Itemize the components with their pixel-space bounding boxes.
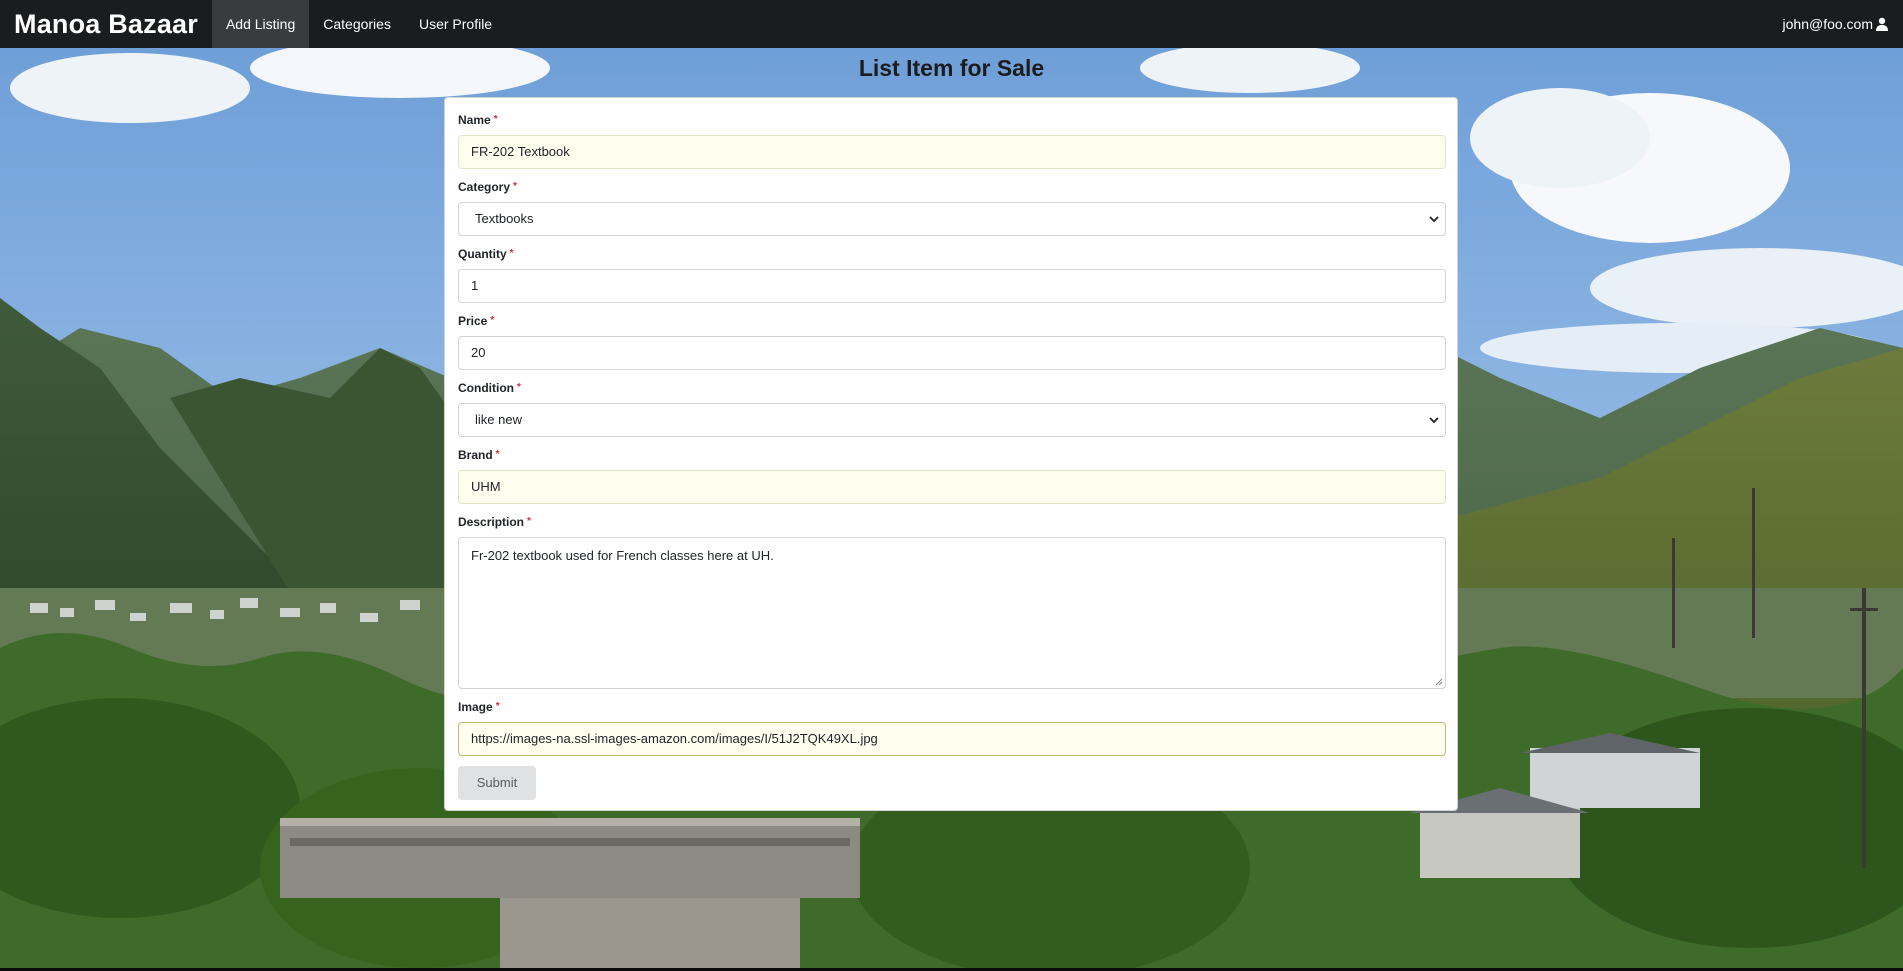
name-field-group: Name * FR-202 Textbook [458, 112, 1446, 169]
required-marker: * [527, 516, 531, 527]
brand-input[interactable]: UHM [458, 470, 1446, 504]
required-marker: * [490, 315, 495, 326]
price-field-group: Price * 20 [458, 313, 1446, 370]
description-field-group: Description * Fr-202 textbook used for Fr… [458, 514, 1446, 689]
name-input[interactable]: FR-202 Textbook [458, 135, 1446, 169]
required-marker: * [495, 701, 500, 712]
user-menu[interactable]: john@foo.com [1783, 16, 1903, 32]
required-marker: * [495, 449, 500, 460]
quantity-input[interactable]: 1 [458, 269, 1446, 303]
required-marker: * [516, 382, 521, 393]
nav-user-profile[interactable]: User Profile [405, 0, 506, 48]
submit-button[interactable]: Submit [458, 766, 536, 800]
image-url-input[interactable]: https://images-na.ssl-images-amazon.com/… [458, 722, 1446, 756]
brand-label: Brand * [458, 448, 500, 462]
image-field-group: Image * https://images-na.ssl-images-amaz… [458, 699, 1446, 756]
description-label: Description * [458, 515, 531, 529]
price-input[interactable]: 20 [458, 336, 1446, 370]
condition-label: Condition * [458, 381, 521, 395]
chevron-down-icon [1429, 216, 1439, 223]
quantity-field-group: Quantity * 1 [458, 246, 1446, 303]
price-label: Price * [458, 314, 495, 328]
condition-selected-value: like new [475, 412, 522, 427]
user-email: john@foo.com [1782, 16, 1873, 32]
resize-handle-icon[interactable] [1435, 678, 1443, 686]
category-field-group: Category * Textbooks [458, 179, 1446, 236]
category-select[interactable]: Textbooks [458, 202, 1446, 236]
required-marker: * [493, 114, 498, 125]
nav-add-listing[interactable]: Add Listing [211, 0, 310, 48]
brand-logo-link[interactable]: Manoa Bazaar [0, 0, 212, 48]
condition-select[interactable]: like new [458, 403, 1446, 437]
required-marker: * [509, 248, 514, 259]
category-label: Category * [458, 180, 517, 194]
brand-field-group: Brand * UHM [458, 447, 1446, 504]
image-label: Image * [458, 700, 500, 714]
condition-field-group: Condition * like new [458, 380, 1446, 437]
chevron-down-icon [1429, 417, 1439, 424]
name-label: Name * [458, 113, 498, 127]
top-navbar: Manoa Bazaar Add Listing Categories User… [0, 0, 1903, 48]
nav-categories[interactable]: Categories [309, 0, 405, 48]
description-text: Fr-202 textbook used for French classes … [471, 548, 774, 563]
add-listing-form: Name * FR-202 Textbook Category * Textbook… [444, 97, 1458, 811]
required-marker: * [513, 181, 517, 192]
quantity-label: Quantity * [458, 247, 514, 261]
category-selected-value: Textbooks [475, 211, 534, 226]
page-title: List Item for Sale [858, 55, 1045, 81]
description-textarea[interactable]: Fr-202 textbook used for French classes … [458, 537, 1446, 689]
user-icon [1876, 17, 1888, 31]
